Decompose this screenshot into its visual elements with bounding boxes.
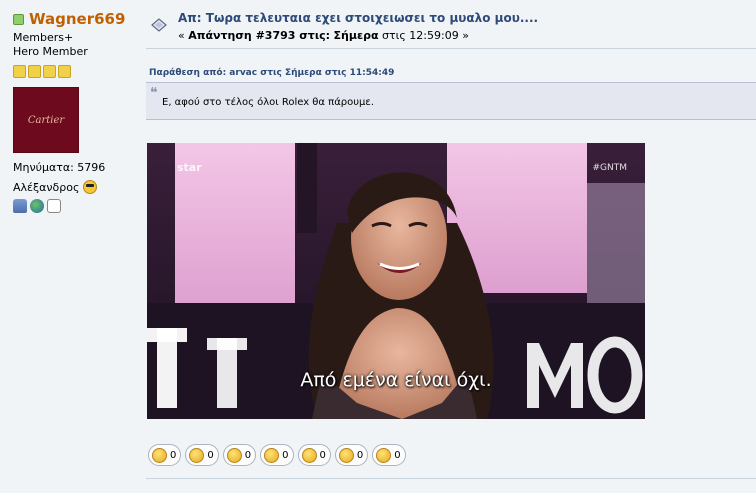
personal-message-icon[interactable]	[47, 199, 61, 213]
website-globe-icon[interactable]	[30, 199, 44, 213]
shock-icon	[226, 447, 242, 463]
reply-meta: « Απάντηση #3793 στις: Σήμερα στις 12:59…	[178, 29, 469, 42]
star-icon	[43, 65, 56, 78]
reaction-angry[interactable]: 0	[372, 444, 406, 466]
reaction-thumbs-up[interactable]: 0	[260, 444, 294, 466]
quote-mark-icon: ❝	[150, 85, 158, 101]
quote-header[interactable]: Παράθεση από: arvac στις Σήμερα στις 11:…	[149, 68, 394, 78]
poster-name-row: Wagner669	[13, 10, 138, 28]
reaction-confused[interactable]: 0	[334, 444, 369, 466]
online-status-icon	[13, 13, 24, 25]
post-subject[interactable]: Απ: Τωρα τελευταια εχει στοιχειωσει το μ…	[178, 11, 538, 25]
reactions-bar: 0 0 0 0 0 0 0	[148, 444, 406, 466]
star-icon	[28, 65, 41, 78]
reaction-count: 0	[244, 449, 252, 461]
poster-info: Wagner669 Members+ Hero Member Cartier Μ…	[0, 0, 138, 493]
reaction-count: 0	[356, 449, 364, 461]
divider	[146, 48, 756, 49]
reply-day: Σήμερα	[333, 29, 379, 42]
thumbs-up-icon	[264, 447, 280, 463]
angry-icon	[376, 447, 392, 463]
reaction-count: 0	[319, 449, 326, 461]
reaction-count: 0	[394, 449, 401, 461]
avatar-logo-text: Cartier	[27, 114, 65, 126]
thumbs-down-icon	[301, 447, 317, 463]
gif-caption: Από εμένα είναι όχι.	[300, 369, 492, 391]
embedded-gif[interactable]: star #GNTM Από εμένα είναι όχι.	[147, 143, 645, 419]
poster-username[interactable]: Wagner669	[29, 10, 125, 28]
rank-stars	[13, 65, 138, 78]
sunglasses-smiley-icon	[83, 180, 98, 194]
poster-rank: Hero Member	[13, 45, 88, 58]
confused-icon	[338, 447, 354, 463]
post-subject-icon	[151, 18, 167, 32]
reaction-count: 0	[282, 449, 289, 461]
reply-time: στις 12:59:09	[382, 29, 459, 42]
star-icon	[13, 65, 26, 78]
gif-channel-logo: star	[177, 161, 202, 174]
reaction-smile[interactable]: 0	[148, 444, 182, 466]
poster-location-row: Αλέξανδρος	[13, 180, 138, 194]
poster-group: Members+	[13, 31, 74, 44]
smile-icon	[152, 447, 167, 463]
reaction-laugh[interactable]: 0	[185, 444, 219, 466]
quote-block: ❝ Ε, αφού στο τέλος όλοι Rolex θα πάρουμ…	[146, 82, 756, 120]
poster-location: Αλέξανδρος	[13, 180, 80, 194]
post-count: Μηνύματα: 5796	[13, 161, 106, 174]
reply-suffix: »	[462, 29, 469, 42]
gif-hashtag: #GNTM	[592, 163, 627, 173]
reply-label: Απάντηση #3793 στις:	[188, 29, 331, 42]
profile-icons	[13, 199, 138, 213]
profile-icon[interactable]	[13, 199, 27, 213]
avatar[interactable]: Cartier	[13, 87, 79, 153]
quote-text: Ε, αφού στο τέλος όλοι Rolex θα πάρουμε.	[162, 97, 374, 108]
post-body: Απ: Τωρα τελευταια εχει στοιχειωσει το μ…	[146, 0, 756, 493]
reaction-count: 0	[207, 449, 214, 461]
star-icon	[58, 65, 71, 78]
reply-prefix: «	[178, 29, 185, 42]
reaction-count: 0	[170, 449, 177, 461]
divider	[146, 478, 756, 479]
reaction-shock[interactable]: 0	[222, 444, 257, 466]
laugh-icon	[189, 447, 205, 463]
reaction-thumbs-down[interactable]: 0	[297, 444, 331, 466]
